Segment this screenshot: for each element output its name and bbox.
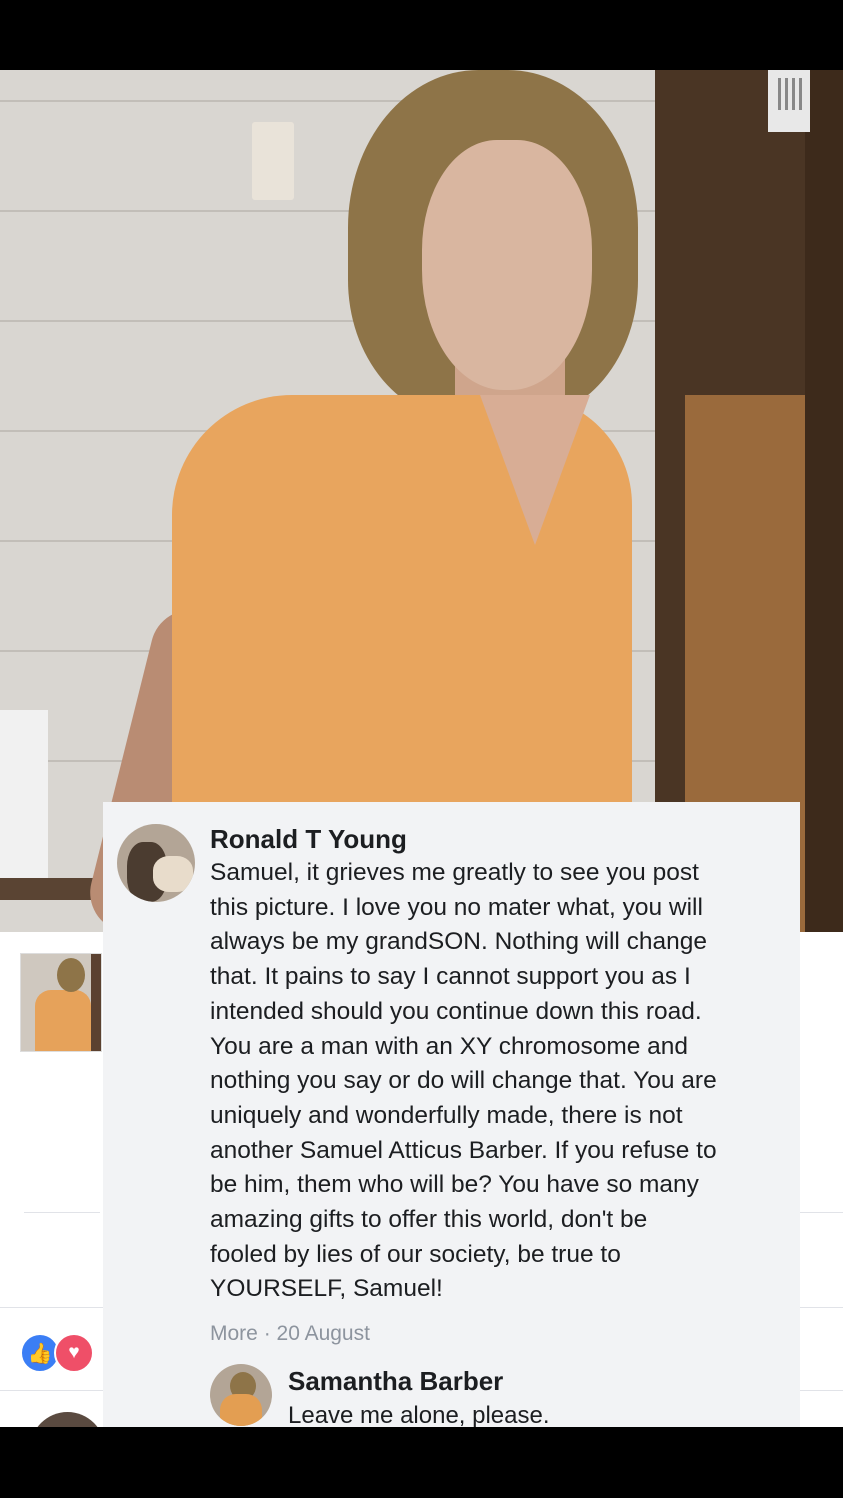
comment-line: You are a man with an XY chromosome and [210, 1032, 689, 1060]
comment-line: intended should you continue down this r… [210, 997, 702, 1025]
wall-line [0, 100, 700, 102]
comment-card: Ronald T Young Samuel, it grieves me gre… [103, 802, 800, 1429]
divider [0, 1390, 103, 1391]
comment-body: Samuel, it grieves me greatly to see you… [210, 856, 785, 1307]
shirt-collar [480, 395, 590, 545]
comment-line: this picture. I love you no mater what, … [210, 893, 703, 921]
meta-separator: · [257, 1322, 277, 1345]
comment-author[interactable]: Ronald T Young [210, 824, 407, 855]
more-link[interactable]: More [210, 1322, 258, 1345]
comment-line: fooled by lies of our society, be true t… [210, 1240, 621, 1268]
door-edge [805, 70, 843, 932]
reactions-summary[interactable]: 👍 ♥ [20, 1333, 100, 1373]
reply-avatar[interactable] [210, 1364, 272, 1426]
bottom-black-bar [0, 1427, 843, 1498]
comment-date[interactable]: 20 August [277, 1322, 370, 1345]
comment-line: another Samuel Atticus Barber. If you re… [210, 1136, 717, 1164]
comment-line: YOURSELF, Samuel! [210, 1275, 443, 1303]
comment-line: always be my grandSON. Nothing will chan… [210, 928, 708, 956]
reply-text: Leave me alone, please. [288, 1402, 550, 1429]
comment-line: that. It pains to say I cannot support y… [210, 963, 691, 991]
divider [800, 1212, 843, 1213]
divider [24, 1212, 100, 1213]
comment-meta: More · 20 August [210, 1322, 370, 1346]
paper-towel [0, 710, 48, 880]
reply-author[interactable]: Samantha Barber [288, 1366, 503, 1397]
comment-line: be him, them who will be? You have so ma… [210, 1171, 699, 1199]
light-switch [252, 122, 294, 200]
divider [800, 1307, 843, 1308]
photo-thumbnail[interactable] [20, 953, 102, 1052]
comment-line: Samuel, it grieves me greatly to see you… [210, 859, 699, 886]
commenter-avatar[interactable] [117, 824, 195, 902]
divider [0, 1307, 103, 1308]
divider [800, 1390, 843, 1391]
person-face [422, 140, 592, 390]
wall-vent [768, 70, 810, 132]
comment-line: amazing gifts to offer this world, don't… [210, 1206, 648, 1234]
love-icon: ♥ [54, 1333, 94, 1373]
comment-line: uniquely and wonderfully made, there is … [210, 1101, 683, 1129]
comment-line: nothing you say or do will change that. … [210, 1067, 717, 1095]
